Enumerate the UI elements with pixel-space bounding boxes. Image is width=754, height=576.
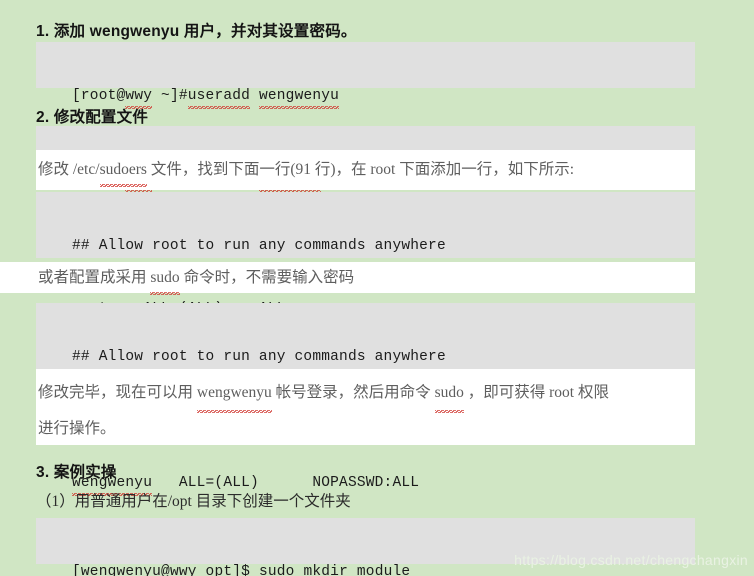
section-3-step-label: （1）用普通用户在/opt 目录下创建一个文件夹	[36, 493, 351, 510]
prose-text: 或者配置成采用 sudo 命令时，不需要输入密码	[38, 269, 354, 295]
document-page: 1. 添加 wengwenyu 用户，并对其设置密码。 [root@wwy ~]…	[0, 0, 754, 576]
code-line: ## Allow root to run any commands anywhe…	[72, 349, 446, 365]
prose-text: 进行操作。	[38, 420, 116, 437]
section-2-heading: 2. 修改配置文件	[36, 109, 149, 126]
section-1-heading: 1. 添加 wengwenyu 用户，并对其设置密码。	[36, 23, 357, 40]
code-line: ## Allow root to run any commands anywhe…	[72, 238, 446, 254]
section-2-code-block-2: ## Allow root to run any commands anywhe…	[36, 192, 695, 385]
section-2-prose-3: 修改完毕，现在可以用 wengwenyu 帐号登录，然后用命令 sudo ，即可…	[36, 369, 695, 445]
section-2-prose-1: 修改 /etc/sudoers 文件，找到下面一行(91 行)，在 root 下…	[36, 150, 695, 190]
section-2-code-block-1: [root@wwy ~]#vi /etc/sudoers	[36, 126, 695, 193]
code-line: [wengwenyu@wwy opt]$ sudo mkdir module	[72, 562, 695, 576]
prose-text: 修改完毕，现在可以用 wengwenyu 帐号登录，然后用命令 sudo ，即可…	[38, 375, 695, 413]
section-3-heading: 3. 案例实操	[36, 464, 117, 481]
section-1-code-block: [root@wwy ~]#useradd wengwenyu [root@wwy…	[36, 42, 695, 172]
section-2-prose-2: 或者配置成采用 sudo 命令时，不需要输入密码	[0, 262, 695, 295]
prose-text: 修改 /etc/sudoers 文件，找到下面一行(91 行)，在 root 下…	[38, 161, 574, 187]
section-3-code-block: [wengwenyu@wwy opt]$ sudo mkdir module […	[36, 518, 695, 576]
code-line: [root@wwy ~]#useradd wengwenyu	[72, 86, 695, 109]
section-2-code-block-3: ## Allow root to run any commands anywhe…	[36, 303, 695, 496]
